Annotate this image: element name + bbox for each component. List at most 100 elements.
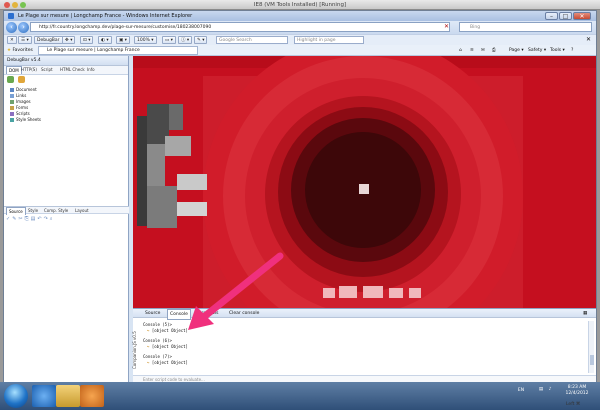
bing-search-input[interactable]: Bing — [459, 22, 592, 32]
console-result-text: [object Object] — [151, 328, 188, 333]
tree-item-links[interactable]: Links — [10, 93, 26, 98]
safety-menu[interactable]: Safety ▾ — [528, 46, 546, 55]
media-player-taskbar-icon[interactable] — [80, 385, 104, 407]
tab-style[interactable]: Style — [26, 207, 40, 215]
host-keyboard-indicator: Left ⌘ — [566, 400, 596, 410]
tools-menu[interactable]: Tools ▾ — [550, 46, 565, 55]
address-bar[interactable]: http://fr.country.longchamp.dev/plage-su… — [30, 22, 450, 32]
mail-icon[interactable]: ✉ — [481, 46, 485, 55]
debugbar-panel: DebugBar v5.4 DOM HTTP(S) Script HTML Ch… — [4, 56, 129, 383]
start-button[interactable] — [4, 384, 28, 408]
page-tab-title: Le Plage sur mesure | Longchamp France — [47, 48, 140, 53]
google-search-placeholder: Google Search — [219, 38, 252, 43]
images-icon — [10, 100, 14, 104]
folder-icon[interactable] — [17, 76, 25, 83]
safety-menu-label: Safety ▾ — [528, 48, 547, 53]
stop-icon[interactable]: ✕ — [444, 23, 456, 32]
toolbar-menu-button[interactable]: ☰ ▾ — [18, 36, 32, 44]
zoom-tool-button[interactable]: 100% ▾ — [134, 36, 157, 44]
tab-comp-style[interactable]: Comp. Style — [42, 207, 70, 215]
annotation-arrow — [188, 252, 284, 330]
companion-label-text: Companion.JS v0.5 — [132, 331, 137, 369]
scripts-icon — [10, 112, 14, 116]
dom-tree: Document Links Images Forms Scripts Styl… — [4, 87, 129, 217]
clock[interactable]: 8:23 AM 12/4/2012 — [558, 385, 596, 397]
minimize-button[interactable]: – — [545, 12, 558, 20]
console-result: ↪ [object Object] — [147, 328, 188, 333]
mac-minimize-icon[interactable] — [12, 2, 18, 8]
result-icon: ↪ — [147, 360, 150, 365]
color-tool-button[interactable]: ◐ ▾ — [98, 36, 112, 44]
tree-item-document[interactable]: Document — [10, 87, 37, 92]
debugbar-title-text: DebugBar v5.4 — [7, 58, 41, 63]
page-tab[interactable]: Le Plage sur mesure | Longchamp France — [38, 46, 198, 55]
language-indicator[interactable]: EN — [516, 388, 526, 394]
favorites-button[interactable]: ★ Favorites — [7, 46, 33, 55]
tree-item-scripts[interactable]: Scripts — [10, 111, 30, 116]
mac-close-icon[interactable] — [4, 2, 10, 8]
console-scroll-thumb[interactable] — [590, 355, 594, 365]
document-icon — [10, 88, 14, 92]
forward-button[interactable]: › — [18, 22, 29, 33]
toolbar-close-icon[interactable]: ✕ — [586, 36, 591, 43]
ie-taskbar-icon[interactable] — [32, 385, 56, 407]
tree-label: Forms — [16, 105, 29, 110]
highlight-input[interactable]: Highlight in page — [294, 36, 364, 44]
companion-vertical-label: Companion.JS v0.5 — [132, 325, 140, 375]
print-icon[interactable]: ⎙ — [492, 46, 496, 55]
console-command: Console (7)> — [143, 354, 172, 359]
page-menu[interactable]: Page ▾ — [509, 46, 524, 55]
tree-item-forms[interactable]: Forms — [10, 105, 28, 110]
page-menu-label: Page ▾ — [509, 48, 524, 53]
tab-html-check[interactable]: HTML Check — [58, 66, 87, 74]
mac-zoom-icon[interactable] — [20, 2, 26, 8]
ruler-tool-button[interactable]: ▭ ▾ — [162, 36, 176, 44]
console-result-text: [object Object] — [151, 344, 188, 349]
console-result: ↪ [object Object] — [147, 344, 188, 349]
pick-tool-button[interactable]: ✥ ▾ — [62, 36, 76, 44]
tab-info[interactable]: Info — [85, 66, 97, 74]
home-icon[interactable]: ⌂ — [459, 46, 462, 55]
star-icon: ★ — [7, 48, 12, 53]
feeds-icon[interactable]: ≋ — [470, 46, 474, 55]
help-menu[interactable]: ? — [571, 46, 573, 55]
stylesheets-icon — [10, 118, 14, 122]
tab-layout[interactable]: Layout — [73, 207, 91, 215]
find-icon[interactable]: ⌕ — [50, 216, 55, 222]
forms-icon — [10, 106, 14, 110]
close-button[interactable]: ✕ — [573, 12, 591, 20]
tab-http[interactable]: HTTP(S) — [19, 66, 39, 74]
result-icon: ↪ — [147, 328, 150, 333]
refresh-icon[interactable] — [7, 76, 14, 83]
navigation-bar: ‹ › http://fr.country.longchamp.dev/plag… — [4, 21, 596, 34]
explorer-taskbar-icon[interactable] — [56, 385, 80, 407]
tree-item-style-sheets[interactable]: Style Sheets — [10, 117, 41, 122]
favorites-label: Favorites — [12, 48, 33, 53]
resize-tool-button[interactable]: ⊡ ▾ — [80, 36, 94, 44]
tree-label: Images — [16, 99, 31, 104]
ie-titlebar: Le Plage sur mesure | Longchamp France -… — [4, 11, 596, 21]
zoom-level: 100% — [137, 38, 150, 43]
ie-app-icon — [8, 13, 14, 19]
google-search-input[interactable]: Google Search — [216, 36, 288, 44]
result-icon: ↪ — [147, 344, 150, 349]
volume-icon[interactable]: ♪ — [545, 387, 555, 393]
tree-item-images[interactable]: Images — [10, 99, 31, 104]
edit-tool-button[interactable]: ✎ ▾ — [194, 36, 208, 44]
maximize-button[interactable]: □ — [559, 12, 572, 20]
info-tool-button[interactable]: ⓘ ▾ — [178, 36, 193, 44]
tab-source[interactable]: Source — [6, 207, 26, 215]
panel-menu-icon[interactable]: ▦ — [583, 309, 587, 318]
console-scrollbar[interactable] — [588, 321, 594, 373]
back-button[interactable]: ‹ — [6, 22, 17, 33]
host-window-title: IE8 (VM Tools Installed) [Running] — [253, 2, 347, 8]
tab-script[interactable]: Script — [39, 66, 55, 74]
console-command: Console (6)> — [143, 338, 172, 343]
toolbar-x-button[interactable]: ✕ — [7, 36, 17, 44]
debugbar-title: DebugBar v5.4 — [4, 56, 128, 66]
source-tabs: Source Style Comp. Style Layout — [4, 206, 129, 215]
ie-title: Le Plage sur mesure | Longchamp France -… — [18, 13, 193, 19]
debugbar-button[interactable]: DebugBar — [34, 36, 63, 44]
console-tab-source[interactable]: Source — [145, 309, 160, 318]
capture-tool-button[interactable]: ▣ ▾ — [116, 36, 130, 44]
